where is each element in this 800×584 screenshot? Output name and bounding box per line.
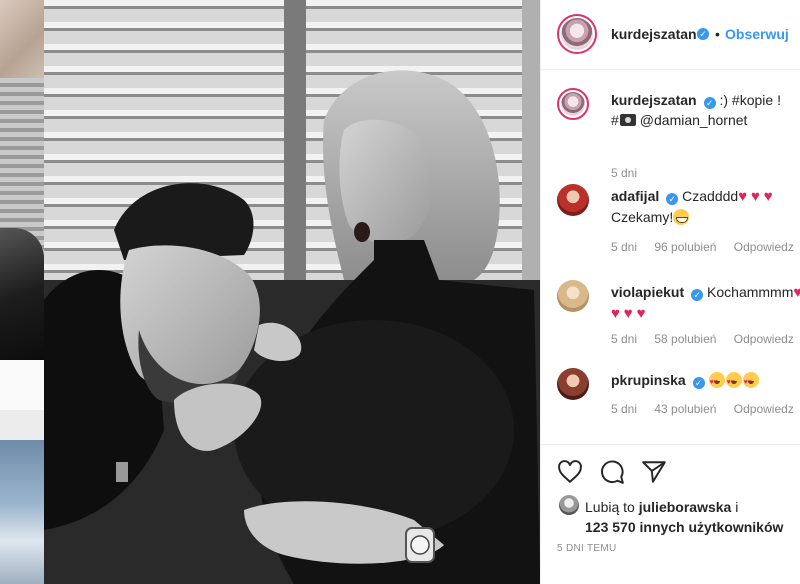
hashtag-prefix[interactable]: # <box>611 112 619 128</box>
likes-prefix: Lubią to <box>585 499 635 515</box>
caption-username[interactable]: kurdejszatan <box>611 92 697 108</box>
comment-body: Czadddd <box>682 188 739 204</box>
comment-age[interactable]: 5 dni <box>611 402 637 416</box>
post-header: kurdejszatan ✓ • Obserwuj <box>541 0 800 70</box>
likes-connector: i <box>735 499 739 515</box>
comment-body: Kochammmm <box>707 284 794 300</box>
post-actions: Lubią to julieborawska i 123 570 innych … <box>541 444 800 584</box>
heart-eyes-emoji <box>725 372 742 393</box>
post-photo-illustration <box>44 0 540 584</box>
comment-body-line-2: Czekamy! <box>611 209 674 225</box>
comment-text: violapiekut✓ Kochammmm♥ ♥ ♥ ♥ <box>611 282 800 324</box>
verified-badge-icon: ✓ <box>692 377 705 389</box>
author-username[interactable]: kurdejszatan <box>611 26 697 42</box>
comment-text: adafijal ✓ Czadddd♥ ♥ ♥ Czekamy! <box>611 186 800 227</box>
red-heart-emoji: ♥ <box>738 188 748 205</box>
post-timestamp[interactable]: 5 DNI TEMU <box>557 543 617 554</box>
comment-meta: 5 dni 58 polubień Odpowiedz <box>611 332 800 346</box>
author-avatar[interactable] <box>557 14 597 54</box>
verified-badge-icon: ✓ <box>697 28 709 40</box>
red-heart-emoji: ♥ <box>611 305 620 322</box>
red-heart-emoji: ♥ <box>750 188 760 205</box>
previous-image-fragment <box>0 78 44 360</box>
comment-text: pkrupinska ✓ <box>611 370 800 393</box>
reply-button[interactable]: Odpowiedz <box>734 332 794 346</box>
caption-line-1: :) #kopie ! <box>719 92 781 108</box>
figure-silhouette <box>0 228 44 360</box>
red-heart-emoji: ♥ <box>636 305 646 322</box>
comment-meta: 5 dni 43 polubień Odpowiedz <box>611 402 800 416</box>
separator-dot: • <box>715 26 720 42</box>
comment-age[interactable]: 5 dni <box>611 332 637 346</box>
previous-post-strip[interactable] <box>0 0 44 584</box>
follow-button[interactable]: Obserwuj <box>725 26 789 42</box>
comments-list[interactable]: kurdejszatan ✓ :) #kopie ! # @damian_horne… <box>541 70 800 444</box>
author-avatar[interactable] <box>557 88 589 120</box>
comment-age[interactable]: 5 dni <box>611 240 637 254</box>
previous-image-fragment <box>0 0 44 78</box>
likes-text: Lubią to julieborawska i 123 570 innych … <box>585 497 800 537</box>
verified-badge-icon: ✓ <box>691 289 704 301</box>
previous-image-fragment <box>0 440 44 584</box>
comment-username[interactable]: adafijal <box>611 188 659 204</box>
red-heart-emoji: ♥ <box>623 305 633 322</box>
commenter-avatar[interactable] <box>557 184 589 216</box>
camera-emoji-icon <box>619 114 636 126</box>
reply-button[interactable]: Odpowiedz <box>734 402 794 416</box>
heart-eyes-emoji <box>708 372 725 393</box>
commenter-avatar[interactable] <box>557 368 589 400</box>
comment-bubble-icon[interactable] <box>599 459 625 485</box>
paper-plane-icon[interactable] <box>641 459 667 485</box>
reply-button[interactable]: Odpowiedz <box>734 240 794 254</box>
heart-outline-icon[interactable] <box>557 459 583 485</box>
comment-likes[interactable]: 96 polubień <box>654 240 716 254</box>
comment-username[interactable]: violapiekut <box>611 284 684 300</box>
caption-text: kurdejszatan ✓ :) #kopie ! # @damian_horne… <box>611 90 800 130</box>
caption-meta: 5 dni <box>611 166 651 180</box>
liker-avatar[interactable] <box>559 495 579 515</box>
red-heart-emoji: ♥ <box>763 188 773 205</box>
comment-likes[interactable]: 43 polubień <box>654 402 716 416</box>
red-heart-emoji: ♥ <box>793 284 800 301</box>
verified-badge-icon: ✓ <box>666 193 679 205</box>
comment-meta: 5 dni 96 polubień Odpowiedz <box>611 240 800 254</box>
mention-link[interactable]: @damian_hornet <box>640 112 748 128</box>
likes-count[interactable]: 123 570 innych użytkowników <box>585 519 783 535</box>
commenter-avatar[interactable] <box>557 280 589 312</box>
grinning-face-emoji <box>673 209 690 225</box>
divider <box>0 360 44 410</box>
comment-likes[interactable]: 58 polubień <box>654 332 716 346</box>
heart-eyes-emoji <box>742 372 759 393</box>
divider <box>0 410 44 440</box>
post-photo[interactable] <box>44 0 540 584</box>
verified-badge-icon: ✓ <box>703 97 716 109</box>
liker-username[interactable]: julieborawska <box>639 499 732 515</box>
caption-age[interactable]: 5 dni <box>611 166 637 180</box>
comment-username[interactable]: pkrupinska <box>611 372 686 388</box>
post-details-panel: kurdejszatan ✓ • Obserwuj kurdejszatan ✓ … <box>540 0 800 584</box>
